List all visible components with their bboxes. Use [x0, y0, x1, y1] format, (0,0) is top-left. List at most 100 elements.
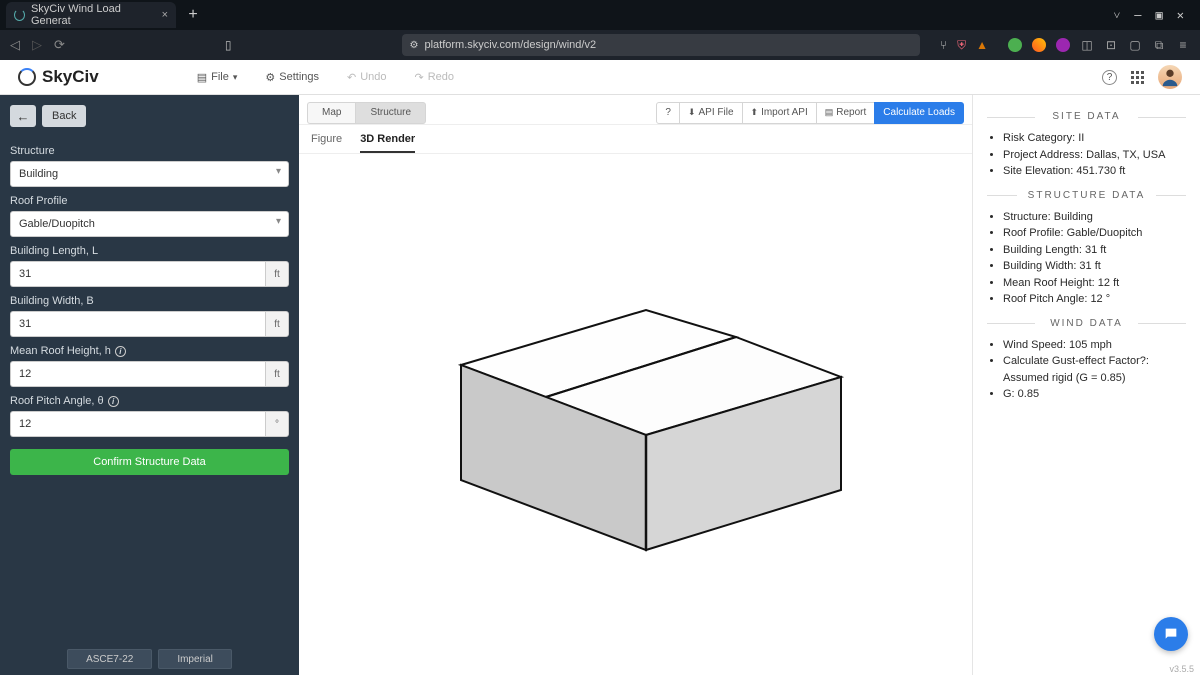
tab-figure[interactable]: Figure [311, 133, 342, 153]
height-label: Mean Roof Height, hi [10, 345, 289, 357]
sd-height: Mean Roof Height: 12 ft [1003, 275, 1186, 292]
site-data-heading: SITE DATA [987, 111, 1186, 122]
shield-icon[interactable]: ⛨ [957, 38, 966, 53]
width-label: Building Width, B [10, 295, 289, 307]
browser-tab-bar: SkyCiv Wind Load Generat × + ˅ — ▣ ✕ [0, 0, 1200, 30]
new-tab-button[interactable]: + [184, 6, 202, 24]
minimize-icon[interactable]: — [1134, 8, 1141, 23]
close-icon[interactable]: × [162, 9, 168, 21]
wind-data-heading: WIND DATA [987, 318, 1186, 329]
code-button[interactable]: ASCE7-22 [67, 649, 152, 669]
pitch-input[interactable] [10, 411, 265, 437]
extension-icon[interactable] [1008, 38, 1022, 52]
render-viewport[interactable] [299, 154, 972, 675]
redo-button[interactable]: ↷ Redo [409, 67, 461, 88]
site-elevation: Site Elevation: 451.730 ft [1003, 163, 1186, 180]
back-icon-button[interactable]: ← [10, 105, 36, 127]
structure-data-heading: STRUCTURE DATA [987, 190, 1186, 201]
tab-title: SkyCiv Wind Load Generat [31, 3, 150, 27]
back-button[interactable]: Back [42, 105, 86, 127]
nav-back-icon[interactable]: ◁ [10, 37, 20, 53]
download-icon: ⬇ [688, 107, 696, 118]
version-label: v3.5.5 [1169, 664, 1194, 674]
pitch-label: Roof Pitch Angle, θi [10, 395, 289, 407]
import-api-button[interactable]: ⬆Import API [742, 102, 817, 124]
file-menu[interactable]: ▤ File ▾ [191, 67, 244, 88]
reader-icon[interactable]: ⧉ [1152, 38, 1166, 52]
window-close-icon[interactable]: ✕ [1177, 8, 1184, 23]
warning-icon[interactable]: ▲ [976, 38, 988, 52]
building-3d-render [361, 205, 911, 625]
tab-3d-render[interactable]: 3D Render [360, 133, 415, 153]
length-label: Building Length, L [10, 245, 289, 257]
url-text: platform.skyciv.com/design/wind/v2 [424, 39, 596, 51]
height-input[interactable] [10, 361, 265, 387]
nav-forward-icon[interactable]: ▷ [32, 37, 42, 53]
help-button[interactable]: ? [656, 102, 680, 124]
browser-url-bar: ◁ ▷ ⟳ ▯ ⚙ platform.skyciv.com/design/win… [0, 30, 1200, 60]
sd-width: Building Width: 31 ft [1003, 258, 1186, 275]
report-button[interactable]: ▤Report [816, 102, 876, 124]
address-bar[interactable]: ⚙ platform.skyciv.com/design/wind/v2 [402, 34, 920, 56]
maximize-icon[interactable]: ▣ [1156, 8, 1163, 23]
data-panel: SITE DATA Risk Category: II Project Addr… [972, 95, 1200, 675]
tab-map[interactable]: Map [307, 102, 355, 124]
reload-icon[interactable]: ⟳ [54, 37, 65, 53]
sd-roof: Roof Profile: Gable/Duopitch [1003, 225, 1186, 242]
length-input[interactable] [10, 261, 265, 287]
center-toolbar: Map Structure ? ⬇API File ⬆Import API ▤R… [299, 95, 972, 125]
api-file-button[interactable]: ⬇API File [679, 102, 743, 124]
sd-length: Building Length: 31 ft [1003, 242, 1186, 259]
help-icon[interactable]: ? [1102, 70, 1117, 85]
logo-icon [18, 68, 36, 86]
roof-profile-select[interactable]: Gable/Duopitch [10, 211, 289, 237]
settings-menu[interactable]: ⚙ Settings [259, 67, 325, 88]
avatar[interactable] [1158, 65, 1182, 89]
height-unit: ft [265, 361, 289, 387]
info-icon[interactable]: i [108, 396, 119, 407]
structure-select[interactable]: Building [10, 161, 289, 187]
redo-icon: ↷ [415, 71, 424, 84]
center-pane: Map Structure ? ⬇API File ⬆Import API ▤R… [299, 95, 972, 675]
site-settings-icon[interactable]: ⚙ [410, 40, 419, 51]
wind-speed: Wind Speed: 105 mph [1003, 337, 1186, 354]
calculate-button[interactable]: Calculate Loads [874, 102, 964, 124]
pitch-unit: ° [265, 411, 289, 437]
file-icon: ▤ [197, 71, 207, 84]
info-icon[interactable]: i [115, 346, 126, 357]
document-icon: ▤ [825, 107, 834, 118]
logo[interactable]: SkyCiv [18, 67, 99, 87]
confirm-button[interactable]: Confirm Structure Data [10, 449, 289, 475]
wind-g: G: 0.85 [1003, 386, 1186, 403]
chevron-down-icon[interactable]: ˅ [1114, 8, 1121, 23]
extension-icon[interactable] [1032, 38, 1046, 52]
render-tabs: Figure 3D Render [299, 125, 972, 154]
bookmark-icon[interactable]: ▯ [225, 38, 232, 52]
share-icon[interactable]: ⑂ [940, 38, 947, 52]
chevron-down-icon: ▾ [233, 72, 238, 83]
browser-tab[interactable]: SkyCiv Wind Load Generat × [6, 2, 176, 28]
tab-structure[interactable]: Structure [355, 102, 426, 124]
sd-pitch: Roof Pitch Angle: 12 ° [1003, 291, 1186, 308]
undo-button[interactable]: ↶ Undo [341, 67, 393, 88]
apps-icon[interactable] [1131, 71, 1144, 84]
undo-icon: ↶ [347, 71, 356, 84]
gear-icon: ⚙ [265, 71, 275, 84]
wind-gust: Calculate Gust-effect Factor?: Assumed r… [1003, 353, 1186, 386]
app-header: SkyCiv ▤ File ▾ ⚙ Settings ↶ Undo ↷ Redo… [0, 60, 1200, 95]
burger-icon[interactable]: ≡ [1176, 38, 1190, 52]
extensions-icon[interactable]: ◫ [1080, 38, 1094, 52]
width-unit: ft [265, 311, 289, 337]
structure-label: Structure [10, 145, 289, 157]
sd-structure: Structure: Building [1003, 209, 1186, 226]
length-unit: ft [265, 261, 289, 287]
units-button[interactable]: Imperial [158, 649, 232, 669]
site-risk: Risk Category: II [1003, 130, 1186, 147]
panel-icon[interactable]: ▢ [1128, 38, 1142, 52]
chat-button[interactable] [1154, 617, 1188, 651]
width-input[interactable] [10, 311, 265, 337]
window-controls: ˅ — ▣ ✕ [1114, 8, 1194, 23]
upload-icon: ⬆ [751, 107, 759, 118]
extension-icon[interactable] [1056, 38, 1070, 52]
download-icon[interactable]: ⊡ [1104, 38, 1118, 52]
